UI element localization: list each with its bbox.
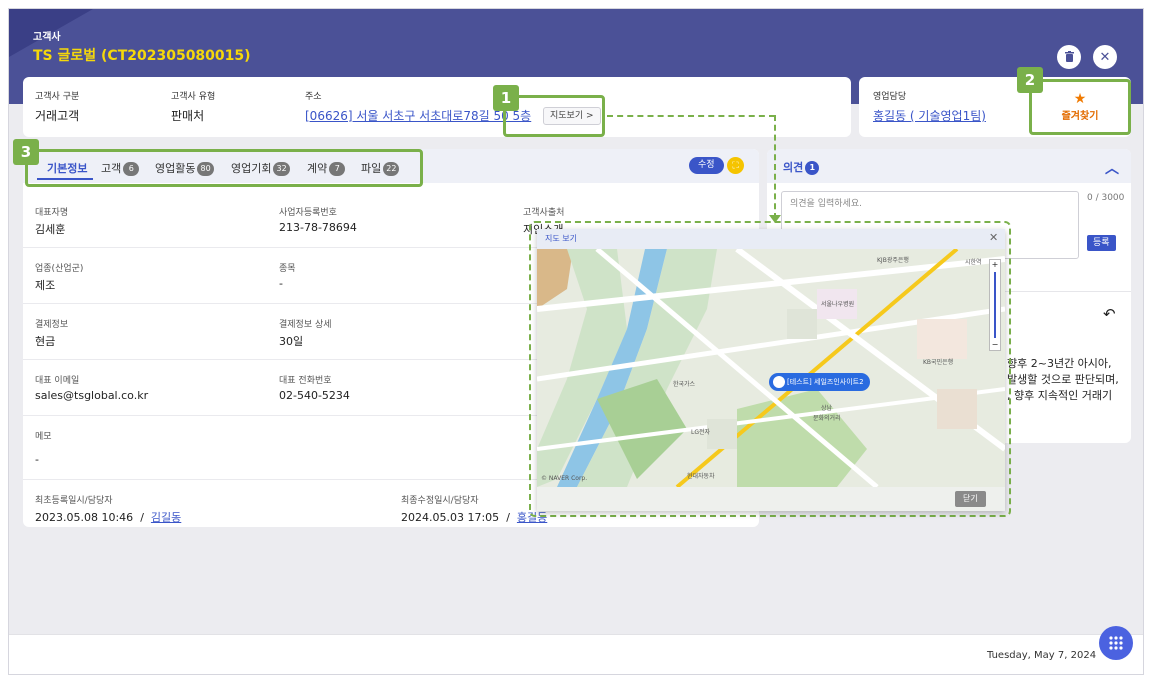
location-pin-icon [773, 376, 785, 388]
source-label: 고객사출처 [523, 208, 565, 218]
zoom-in-icon[interactable]: + [990, 260, 1000, 270]
annotation-badge-2: 2 [1017, 67, 1043, 93]
map-copyright: © NAVER Corp. [541, 475, 588, 482]
chevron-up-icon[interactable]: ︿ [1105, 158, 1119, 178]
zoom-out-icon[interactable]: − [990, 340, 1000, 350]
payment-label: 결제정보 [35, 320, 69, 330]
sales-manager-link[interactable]: 홍길동 ( 기술영업1팀) [873, 107, 986, 124]
annotation-badge-1: 1 [493, 85, 519, 111]
reply-icon[interactable]: ↶ [1103, 305, 1116, 323]
customer-type-label: 고객사 구분 [35, 92, 80, 102]
comment-title: 의견 1 [783, 159, 820, 175]
item-value: - [279, 277, 283, 290]
map-label: 현대자동차 [687, 473, 715, 480]
phone-label: 대표 전화번호 [279, 376, 332, 386]
memo-label: 메모 [35, 432, 52, 442]
map-popup: 지도 보기 ✕ KJB광주은행 서울나우병원 LG전자 한국가스 시한역 KB국… [537, 229, 1005, 511]
popup-titlebar: 지도 보기 ✕ [537, 229, 1005, 249]
memo-value: - [35, 453, 39, 466]
payment-detail-value: 30일 [279, 335, 304, 348]
created-date: 2023.05.08 10:46 [35, 511, 134, 524]
map-location-pin[interactable]: [테스트] 세일즈인사이트2 [769, 373, 870, 391]
created-separator: / [140, 511, 144, 524]
zoom-slider[interactable] [994, 272, 996, 338]
map-label: LG전자 [691, 429, 711, 436]
popup-footer: 닫기 [537, 487, 1005, 511]
map-label: KJB광주은행 [877, 257, 909, 264]
biz-number-value: 213-78-78694 [279, 221, 357, 234]
payment-detail-label: 결제정보 상세 [279, 320, 332, 330]
comment-text-line: , 향후 지속적인 거래기 [1007, 389, 1113, 402]
updated-label: 최종수정일시/담당자 [401, 496, 479, 506]
created-label: 최초등록일시/담당자 [35, 496, 113, 506]
comment-text-line: 발생할 것으로 판단되며, [1007, 373, 1119, 386]
customer-type-value: 거래고객 [35, 109, 80, 123]
breadcrumb: 고객사 [33, 32, 61, 43]
map-label: 한국가스 [673, 381, 696, 388]
close-icon[interactable]: ✕ [1093, 45, 1117, 69]
map-label: 문화의거리 [813, 415, 841, 422]
zoom-control[interactable]: + − [989, 259, 1001, 351]
expand-icon[interactable]: ⛶ [727, 157, 744, 174]
email-label: 대표 이메일 [35, 376, 80, 386]
edit-button[interactable]: 수정 [689, 157, 724, 174]
ceo-label: 대표자명 [35, 208, 69, 218]
popup-close-button[interactable]: 닫기 [955, 491, 986, 507]
item-label: 종목 [279, 264, 296, 274]
grid-icon [1109, 636, 1123, 650]
apps-menu-button[interactable] [1099, 626, 1133, 660]
highlight-box-3 [25, 149, 423, 187]
updated-separator: / [506, 511, 510, 524]
comment-text-line: 향후 2~3년간 아시아, [1007, 357, 1112, 370]
map-graphic [537, 249, 1005, 487]
updated-date: 2024.05.03 17:05 [401, 511, 500, 524]
sales-manager-label: 영업담당 [873, 92, 907, 102]
comment-count-badge: 1 [805, 161, 820, 175]
page-title: TS 글로벌 (CT202305080015) [33, 48, 251, 64]
comment-header: 의견 1 ︿ [767, 149, 1131, 183]
map-view[interactable]: KJB광주은행 서울나우병원 LG전자 한국가스 시한역 KB국민은행 상남 문… [537, 249, 1005, 487]
customer-kind-label: 고객사 유형 [171, 92, 216, 102]
connector-line [774, 115, 776, 219]
customer-info-card: 고객사 구분 거래고객 고객사 유형 판매처 주소 [06626] 서울 서초구… [23, 77, 851, 137]
comment-char-counter: 0 / 3000 [1087, 193, 1125, 203]
map-label: 서울나우병원 [821, 301, 855, 308]
map-label: KB국민은행 [923, 359, 954, 366]
created-user-link[interactable]: 김길동 [151, 511, 181, 524]
email-value: sales@tsglobal.co.kr [35, 389, 149, 402]
annotation-badge-3: 3 [13, 139, 39, 165]
phone-value: 02-540-5234 [279, 389, 350, 402]
footer: Tuesday, May 7, 2024 [9, 634, 1143, 674]
connector-line [607, 115, 775, 117]
customer-kind-value: 판매처 [171, 109, 205, 123]
industry-value: 제조 [35, 279, 56, 292]
trash-icon[interactable] [1057, 45, 1081, 69]
ceo-value: 김세훈 [35, 223, 66, 236]
industry-label: 업종(산업군) [35, 264, 84, 274]
map-label: 상남 [821, 405, 833, 412]
address-label: 주소 [305, 92, 322, 102]
payment-value: 현금 [35, 335, 56, 348]
biz-number-label: 사업자등록번호 [279, 208, 337, 218]
popup-close-icon[interactable]: ✕ [989, 231, 998, 244]
popup-title: 지도 보기 [545, 234, 577, 243]
highlight-box-2 [1029, 79, 1131, 135]
pin-label: [테스트] 세일즈인사이트2 [787, 378, 864, 386]
register-button[interactable]: 등록 [1087, 235, 1116, 251]
app-frame: 고객사 TS 글로벌 (CT202305080015) ✕ 고객사 구분 거래고… [8, 8, 1144, 675]
updated-info: 2024.05.03 17:05 / 홍길동 [401, 509, 547, 525]
created-info: 2023.05.08 10:46 / 김길동 [35, 509, 181, 525]
footer-date: Tuesday, May 7, 2024 [987, 650, 1097, 661]
map-label: 시한역 [965, 259, 982, 266]
